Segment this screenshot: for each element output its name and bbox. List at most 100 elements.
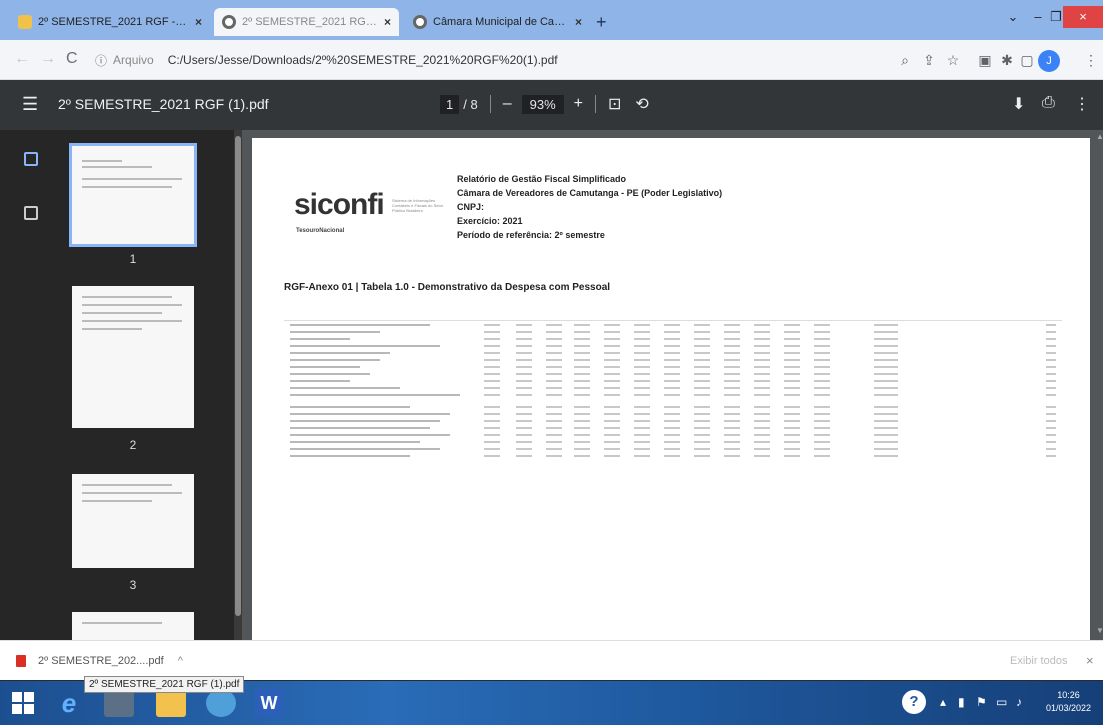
- show-all-button[interactable]: Exibir todos: [1010, 655, 1067, 667]
- tab-pdf-active[interactable]: 2º SEMESTRE_2021 RGF (1).pdf ×: [214, 8, 399, 36]
- thumbnail-page-1[interactable]: [69, 143, 197, 247]
- volume-icon[interactable]: ♪: [1016, 695, 1022, 709]
- network-icon[interactable]: ▭: [996, 695, 1007, 709]
- windows-start-icon[interactable]: [12, 692, 34, 714]
- thumbnail-page-2[interactable]: [72, 286, 194, 428]
- new-tab-button[interactable]: +: [596, 12, 607, 33]
- profile-avatar[interactable]: J: [1038, 50, 1060, 72]
- sidebar-icon[interactable]: ▢: [1018, 51, 1036, 69]
- table-cell: [484, 331, 500, 333]
- table-cell: [634, 338, 650, 340]
- address-bar[interactable]: ⓘ Arquivo C:/Users/Jesse/Downloads/2º%20…: [95, 48, 895, 72]
- table-cell: [724, 366, 740, 368]
- info-icon[interactable]: ⓘ: [95, 52, 107, 69]
- row-label: [290, 394, 460, 396]
- table-cell: [814, 394, 830, 396]
- table-cell: [724, 345, 740, 347]
- tray-arrow-icon[interactable]: ▴: [940, 695, 946, 709]
- address-url[interactable]: C:/Users/Jesse/Downloads/2º%20SEMESTRE_2…: [168, 53, 558, 67]
- thumbnail-page-4[interactable]: [72, 612, 194, 640]
- sidebar-scrollbar[interactable]: [234, 130, 242, 640]
- fit-page-icon[interactable]: ⊡: [608, 94, 621, 114]
- word-icon[interactable]: W: [254, 689, 284, 717]
- thumbnail-page-3[interactable]: [72, 474, 194, 568]
- zoom-input[interactable]: 93%: [521, 94, 564, 114]
- help-icon[interactable]: ?: [902, 690, 926, 714]
- table-cell: [814, 331, 830, 333]
- table-cell: [874, 380, 898, 382]
- row-label: [290, 387, 400, 389]
- maximize-button[interactable]: ❐: [1048, 6, 1064, 28]
- chrome-icon[interactable]: [206, 689, 236, 717]
- table-cell: [724, 441, 740, 443]
- file-explorer-icon[interactable]: [156, 689, 186, 717]
- table-cell: [814, 387, 830, 389]
- extension-icon[interactable]: ▣: [976, 51, 994, 69]
- table-cell: [604, 366, 620, 368]
- tab-close-icon[interactable]: ×: [575, 15, 582, 29]
- zoom-out-button[interactable]: –: [503, 95, 512, 113]
- close-window-button[interactable]: ×: [1063, 6, 1103, 28]
- forward-button[interactable]: →: [40, 50, 56, 68]
- table-cell: [574, 359, 590, 361]
- media-player-icon[interactable]: [104, 689, 134, 717]
- table-cell: [874, 406, 898, 408]
- table-cell: [604, 455, 620, 457]
- table-cell: [1046, 434, 1056, 436]
- sidebar-tabs: [0, 130, 60, 640]
- tab-camara-municipal[interactable]: Câmara Municipal de Camutanga ×: [405, 8, 590, 36]
- flag-icon[interactable]: ⚑: [976, 695, 987, 709]
- thumbnails-view-icon[interactable]: [24, 152, 38, 166]
- table-cell: [664, 380, 680, 382]
- star-icon[interactable]: ☆: [944, 51, 962, 69]
- row-label: [290, 380, 350, 382]
- table-row: [284, 441, 1062, 447]
- signal-icon[interactable]: ▮: [958, 695, 965, 709]
- download-icon[interactable]: ⬇: [1012, 94, 1025, 114]
- more-menu-icon[interactable]: ⋮: [1082, 51, 1100, 69]
- tab-close-icon[interactable]: ×: [195, 15, 202, 29]
- table-cell: [634, 434, 650, 436]
- share-icon[interactable]: ⇪: [920, 51, 938, 69]
- minimize-button[interactable]: –: [1030, 6, 1046, 28]
- reload-button[interactable]: C: [66, 50, 78, 68]
- page-number-input[interactable]: 1: [440, 94, 460, 114]
- page-controls: 1 / 8 – 93% + ⊡ ⟲: [440, 94, 649, 114]
- report-title: Relatório de Gestão Fiscal Simplificado: [457, 174, 627, 184]
- table-cell: [604, 434, 620, 436]
- print-icon[interactable]: ⎙: [1042, 94, 1055, 112]
- rotate-icon[interactable]: ⟲: [635, 94, 648, 114]
- page-scrollbar[interactable]: ▲ ▼: [1095, 130, 1103, 640]
- globe-icon: [222, 15, 236, 29]
- table-cell: [724, 359, 740, 361]
- pdf-more-icon[interactable]: ⋮: [1074, 94, 1090, 114]
- system-clock[interactable]: 10:26 01/03/2022: [1046, 689, 1091, 715]
- zoom-in-button[interactable]: +: [574, 95, 583, 113]
- chevron-up-icon[interactable]: ^: [178, 655, 183, 667]
- table-cell: [574, 373, 590, 375]
- close-download-bar-icon[interactable]: ×: [1086, 653, 1094, 668]
- table-cell: [484, 394, 500, 396]
- hamburger-menu-icon[interactable]: ☰: [22, 94, 38, 115]
- table-cell: [724, 413, 740, 415]
- tab-camara-page[interactable]: 2º SEMESTRE_2021 RGF - Câmara ×: [10, 8, 210, 36]
- table-cell: [546, 394, 562, 396]
- table-cell: [1046, 448, 1056, 450]
- tab-close-icon[interactable]: ×: [384, 15, 391, 29]
- download-filename: 2º SEMESTRE_202....pdf: [38, 655, 164, 667]
- back-button[interactable]: ←: [14, 50, 30, 68]
- pdf-canvas: siconfi Sistema de Informações Contábeis…: [242, 130, 1103, 640]
- search-icon[interactable]: ⌕: [896, 51, 914, 69]
- outline-view-icon[interactable]: [24, 206, 38, 220]
- download-item[interactable]: 2º SEMESTRE_202....pdf ^: [16, 655, 183, 667]
- table-cell: [754, 394, 770, 396]
- puzzle-icon[interactable]: ✱: [998, 51, 1016, 69]
- table-cell: [1046, 413, 1056, 415]
- row-label: [290, 359, 380, 361]
- internet-explorer-icon[interactable]: e: [54, 689, 84, 717]
- table-cell: [784, 455, 800, 457]
- table-row: [284, 373, 1062, 379]
- tab-search-button[interactable]: ⌄: [1003, 6, 1023, 28]
- table-cell: [664, 427, 680, 429]
- tab-title: 2º SEMESTRE_2021 RGF (1).pdf: [242, 16, 378, 28]
